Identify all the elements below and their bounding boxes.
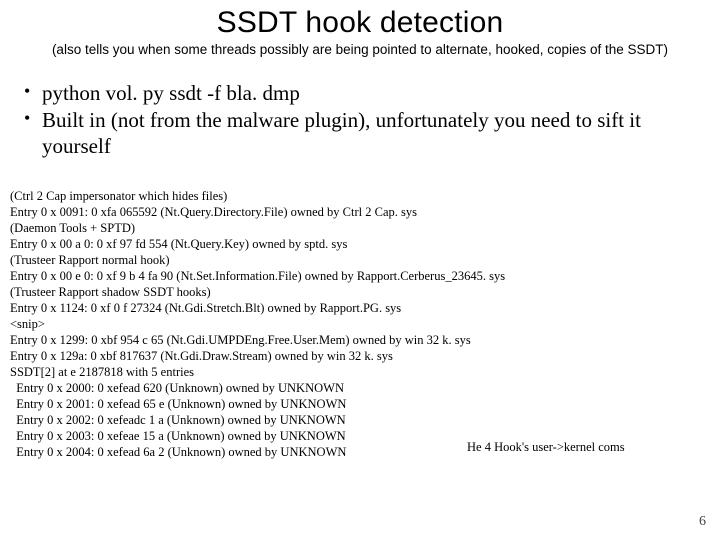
code-line: (Daemon Tools + SPTD) [10, 221, 135, 235]
bullet-text: python vol. py ssdt -f bla. dmp [42, 81, 300, 105]
bullet-item: Built in (not from the malware plugin), … [24, 108, 690, 159]
code-block: (Ctrl 2 Cap impersonator which hides fil… [10, 188, 720, 460]
code-line: Entry 0 x 1124: 0 xf 0 f 27324 (Nt.Gdi.S… [10, 301, 401, 315]
slide-title: SSDT hook detection [0, 0, 720, 40]
code-line: Entry 0 x 00 e 0: 0 xf 9 b 4 fa 90 (Nt.S… [10, 269, 505, 283]
code-line: Entry 0 x 2003: 0 xefeae 15 a (Unknown) … [10, 429, 346, 443]
code-line: Entry 0 x 1299: 0 xbf 954 c 65 (Nt.Gdi.U… [10, 333, 471, 347]
slide-subtitle: (also tells you when some threads possib… [18, 42, 702, 59]
code-line: SSDT[2] at e 2187818 with 5 entries [10, 365, 194, 379]
code-line: Entry 0 x 2000: 0 xefead 620 (Unknown) o… [10, 381, 344, 395]
bullet-text: Built in (not from the malware plugin), … [42, 108, 641, 158]
code-line: (Trusteer Rapport normal hook) [10, 253, 170, 267]
code-line: Entry 0 x 0091: 0 xfa 065592 (Nt.Query.D… [10, 205, 417, 219]
code-line: Entry 0 x 2001: 0 xefead 65 e (Unknown) … [10, 397, 346, 411]
bullet-list: python vol. py ssdt -f bla. dmp Built in… [24, 81, 720, 160]
page-number: 6 [699, 514, 706, 530]
annotation-label: He 4 Hook's user->kernel coms [467, 440, 625, 455]
code-line: Entry 0 x 00 a 0: 0 xf 97 fd 554 (Nt.Que… [10, 237, 347, 251]
code-line: <snip> [10, 317, 45, 331]
code-line: (Ctrl 2 Cap impersonator which hides fil… [10, 189, 227, 203]
code-line: Entry 0 x 129a: 0 xbf 817637 (Nt.Gdi.Dra… [10, 349, 393, 363]
code-line: Entry 0 x 2002: 0 xefeadc 1 a (Unknown) … [10, 413, 346, 427]
bullet-item: python vol. py ssdt -f bla. dmp [24, 81, 690, 107]
slide: SSDT hook detection (also tells you when… [0, 0, 720, 540]
code-line: (Trusteer Rapport shadow SSDT hooks) [10, 285, 211, 299]
code-line: Entry 0 x 2004: 0 xefead 6a 2 (Unknown) … [10, 445, 346, 459]
